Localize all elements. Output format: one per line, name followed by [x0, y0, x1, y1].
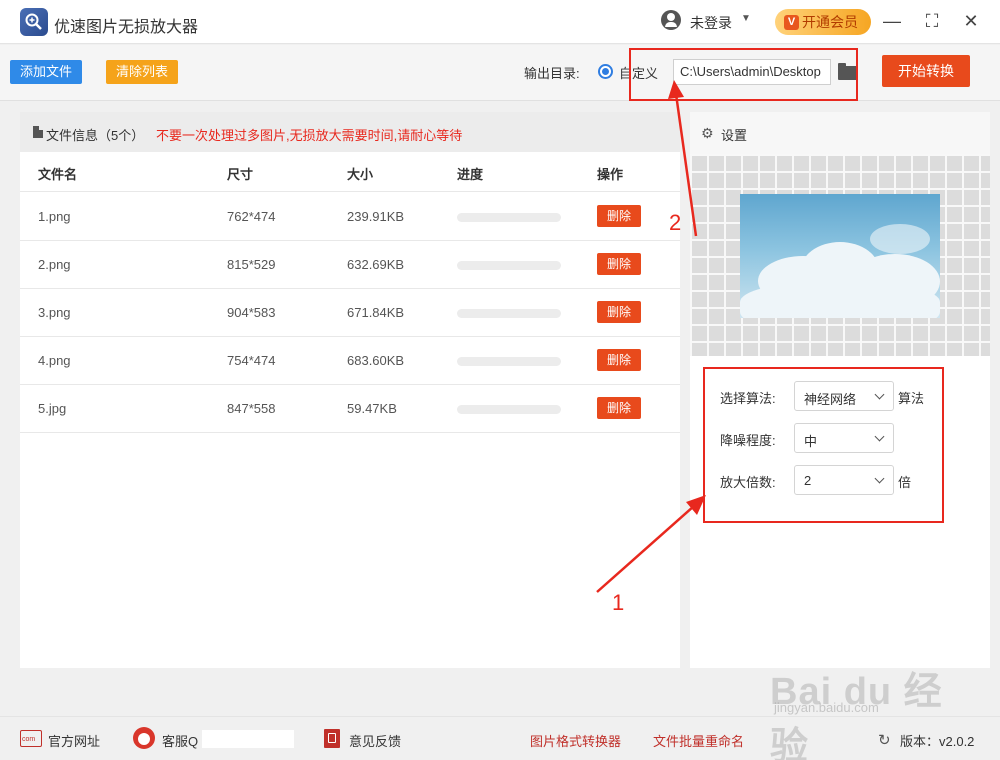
app-title: 优速图片无损放大器: [54, 19, 199, 36]
delete-button[interactable]: 删除: [597, 205, 641, 227]
column-header-action: 操作: [597, 167, 624, 182]
document-icon: [33, 126, 43, 138]
column-header-name: 文件名: [38, 167, 78, 182]
annotation-box-settings: [703, 367, 944, 523]
file-size: 671.84KB: [347, 305, 405, 320]
annotation-number-2: 2: [669, 210, 682, 235]
preview-area: [690, 154, 990, 356]
file-list-panel: 文件信息（5个） 不要一次处理过多图片,无损放大需要时间,请耐心等待 文件名 尺…: [20, 112, 680, 668]
file-name: 3.png: [38, 305, 71, 320]
column-header-size: 尺寸: [227, 167, 254, 182]
watermark-url: jingyan.baidu.com: [774, 700, 879, 715]
file-size: 239.91KB: [347, 209, 405, 224]
output-dir-label: 输出目录:: [524, 66, 580, 81]
add-file-button[interactable]: 添加文件: [10, 60, 82, 84]
progress-bar: [457, 309, 561, 318]
file-dimensions: 815*529: [227, 257, 276, 272]
gear-icon: ⚙: [701, 125, 714, 141]
warning-text: 不要一次处理过多图片,无损放大需要时间,请耐心等待: [156, 128, 463, 143]
column-header-progress: 进度: [457, 167, 484, 182]
preview-image: [740, 194, 940, 318]
file-dimensions: 762*474: [227, 209, 276, 224]
website-link[interactable]: 官方网址: [48, 731, 100, 750]
table-row: 5.jpg 847*558 59.47KB 删除: [20, 385, 680, 433]
minimize-button[interactable]: —: [881, 10, 903, 32]
close-button[interactable]: ✕: [960, 10, 982, 32]
feedback-link[interactable]: 意见反馈: [349, 731, 401, 750]
column-header-filesize: 大小: [347, 167, 374, 182]
user-icon[interactable]: [661, 10, 681, 30]
baidu-watermark: Bai du 经验 jingyan.baidu.com: [770, 660, 970, 760]
file-dimensions: 754*474: [227, 353, 276, 368]
progress-bar: [457, 213, 561, 222]
delete-button[interactable]: 删除: [597, 397, 641, 419]
delete-button[interactable]: 删除: [597, 301, 641, 323]
file-name: 1.png: [38, 209, 71, 224]
file-size: 683.60KB: [347, 353, 405, 368]
app-logo-icon: [20, 8, 48, 36]
customer-service-icon: [133, 727, 155, 749]
maximize-button[interactable]: ⛶: [921, 10, 943, 32]
settings-header: ⚙ 设置: [690, 112, 990, 154]
clear-list-button[interactable]: 清除列表: [106, 60, 178, 84]
table-header: 文件名 尺寸 大小 进度 操作: [20, 152, 680, 192]
delete-button[interactable]: 删除: [597, 349, 641, 371]
annotation-box-output: [629, 48, 858, 101]
file-dimensions: 847*558: [227, 401, 276, 416]
file-name: 4.png: [38, 353, 71, 368]
file-size: 632.69KB: [347, 257, 405, 272]
vip-icon: V: [784, 14, 799, 30]
login-menu[interactable]: 未登录: [690, 13, 732, 33]
file-info-label: 文件信息（5个）: [46, 128, 145, 143]
annotation-number-1: 1: [612, 590, 625, 615]
customer-service-link[interactable]: 客服Q: [162, 731, 198, 750]
website-icon: com: [20, 730, 42, 747]
table-row: 4.png 754*474 683.60KB 删除: [20, 337, 680, 385]
start-convert-button[interactable]: 开始转换: [882, 55, 970, 87]
vip-button[interactable]: V 开通会员: [775, 9, 871, 35]
version-label: 版本：v2.0.2: [900, 734, 975, 749]
file-name: 2.png: [38, 257, 71, 272]
file-dimensions: 904*583: [227, 305, 276, 320]
table-row: 3.png 904*583 671.84KB 删除: [20, 289, 680, 337]
format-converter-link[interactable]: 图片格式转换器: [530, 731, 621, 750]
vip-label: 开通会员: [802, 14, 858, 30]
file-info-bar: 文件信息（5个） 不要一次处理过多图片,无损放大需要时间,请耐心等待: [20, 112, 680, 152]
settings-title: 设置: [721, 128, 748, 143]
file-size: 59.47KB: [347, 401, 397, 416]
progress-bar: [457, 405, 561, 414]
title-bar: 优速图片无损放大器 未登录 ▼ V 开通会员 — ⛶ ✕: [0, 0, 1000, 44]
chevron-down-icon[interactable]: ▼: [741, 13, 751, 24]
progress-bar: [457, 357, 561, 366]
refresh-icon[interactable]: ↻: [878, 731, 891, 749]
table-row: 1.png 762*474 239.91KB 删除: [20, 193, 680, 241]
progress-bar: [457, 261, 561, 270]
feedback-icon: [324, 729, 340, 748]
file-name: 5.jpg: [38, 401, 67, 416]
table-row: 2.png 815*529 632.69KB 删除: [20, 241, 680, 289]
custom-output-radio[interactable]: [598, 64, 613, 79]
delete-button[interactable]: 删除: [597, 253, 641, 275]
qq-number-field: [202, 730, 294, 748]
batch-rename-link[interactable]: 文件批量重命名: [653, 731, 744, 750]
footer: com 官方网址 客服Q 意见反馈 图片格式转换器 文件批量重命名 ↻ 版本：v…: [0, 716, 1000, 760]
